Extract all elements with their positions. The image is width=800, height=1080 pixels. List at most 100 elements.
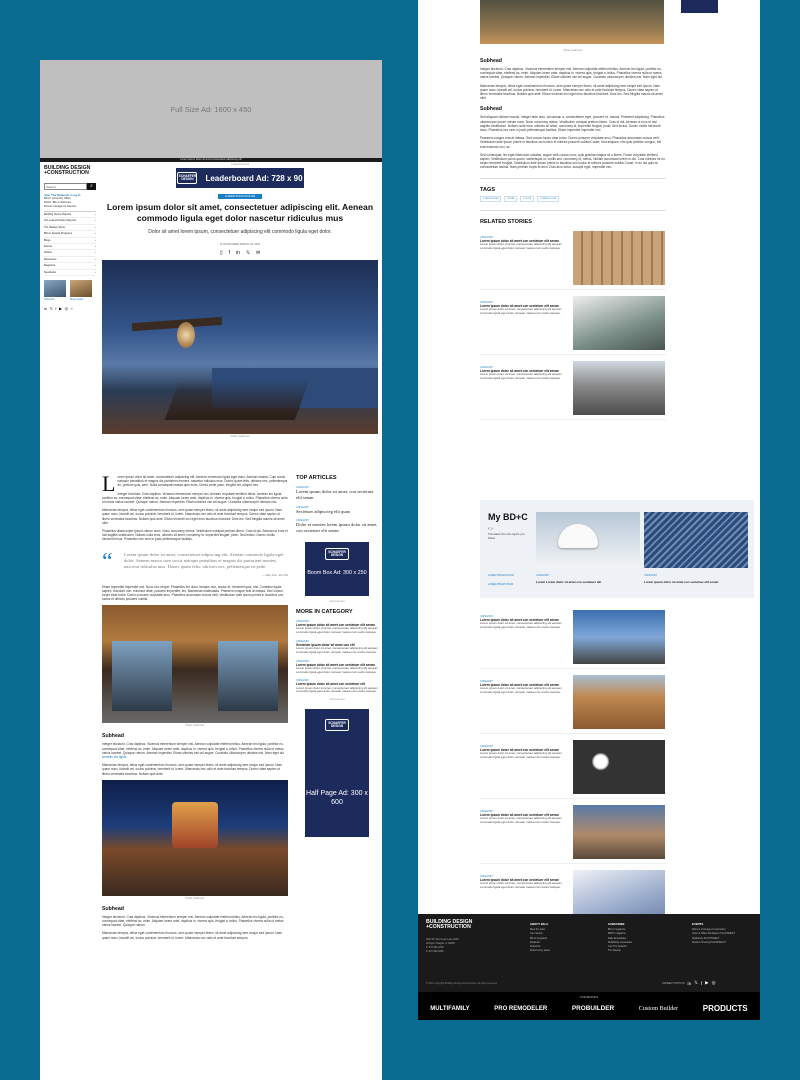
category-label[interactable]: LOREM IPSUM DOLOR <box>488 574 514 577</box>
linkedin-icon[interactable]: in <box>688 981 692 986</box>
sponsor-logo: SCHAEFER DESIGN <box>177 172 198 184</box>
search-input[interactable]: Search <box>44 182 87 190</box>
paragraph: Praesent congue erat at massa. Sed cursu… <box>480 136 661 149</box>
share-bar: ▯ f in 𝕏 ✉ <box>102 250 378 256</box>
story-thumbnail <box>573 610 665 664</box>
linkedin-icon[interactable]: in <box>236 250 240 256</box>
search-icon[interactable]: ⌕ <box>87 182 96 190</box>
more-in-category-list: CATEGORY Lorem ipsum dolor sit amet con … <box>296 620 378 694</box>
magazine-cover <box>44 280 66 298</box>
buyer-guide-thumb[interactable]: Buyer Guide <box>70 280 92 301</box>
subscribe-thumb[interactable]: Subscribe <box>44 280 66 301</box>
instagram-icon[interactable]: ◎ <box>712 980 716 986</box>
article-image <box>102 779 288 896</box>
footer-link[interactable]: Student Housing ProCONNECT <box>692 941 735 945</box>
story-desc: Lorem ipsum dolor sit amet, consectetuer… <box>480 371 562 380</box>
bookmark-icon[interactable]: ▯ <box>220 250 223 256</box>
paragraph: Maecenas tempus, tellus eget condimentum… <box>480 83 663 101</box>
category-label[interactable]: LOREM IPSUM IPSUM <box>488 583 513 586</box>
brand-custom-builder[interactable]: Custom Builder <box>639 1005 678 1012</box>
carousel-title[interactable]: Lorem Lorem dolor sit amet con sectetuer… <box>536 580 636 584</box>
paragraph: Sed aliquam ultrices mauris. Integer ant… <box>480 115 665 133</box>
related-story[interactable]: CATEGORY Lorem ipsum dolor sit amet con s… <box>480 740 666 799</box>
pull-quote: “ Lorem ipsum dolor sit amet, consectetu… <box>102 548 284 575</box>
site-logo[interactable]: BUILDING DESIGN +CONSTRUCTION <box>44 165 96 177</box>
footer-address: 3030 W. Salt Creek Lane #200 Arlington He… <box>426 938 459 953</box>
brand-probuilder[interactable]: PROBUILDER <box>572 1005 614 1012</box>
youtube-icon[interactable]: ▶ <box>59 306 62 311</box>
paragraph: Sed consequat, leo eget bibendum sodales… <box>480 152 665 170</box>
connect-with-us: CONNECT WITH US in 𝕏 f ▶ ◎ <box>662 980 716 986</box>
tag[interactable]: LOREM IPSUM <box>480 195 502 202</box>
quote-citation: — Mary Doe, Job Title <box>262 573 288 577</box>
top-article-link[interactable]: Dolor et montes lorem ipsum dolor sit am… <box>296 522 378 534</box>
carousel-title[interactable]: Lorem ipsum dolor sit amet con sectetuer… <box>644 580 744 584</box>
footer-col-about: ABOUT BD+C Meet the team Our mission BD+… <box>530 922 550 953</box>
menu-item[interactable]: Newsletter › <box>44 270 96 277</box>
magazine-cover <box>70 280 92 298</box>
drop-cap: L <box>102 471 116 496</box>
brand-pro-remodeler[interactable]: PRO REMODELER <box>494 1006 547 1012</box>
tag[interactable]: DOLOR <box>520 195 535 202</box>
footer-link[interactable]: Submit story ideas <box>530 949 550 953</box>
facebook-icon[interactable]: f <box>229 250 230 256</box>
story-thumbnail <box>573 295 665 350</box>
category-badge[interactable]: LOREM IPSUM DOLOR <box>218 194 262 199</box>
tag[interactable]: IPSUM <box>504 195 518 202</box>
related-stories-heading: RELATED STORIES <box>480 218 533 225</box>
full-size-ad[interactable]: Full Size Ad: 1600 x 450 <box>40 60 382 158</box>
twitter-icon[interactable]: 𝕏 <box>50 306 53 311</box>
footer-link[interactable]: The Weekly <box>608 949 632 953</box>
top-article-link[interactable]: Lorem ipsum dolor sit amet, con sectetue… <box>296 489 378 501</box>
tags-heading: TAGS <box>480 186 496 193</box>
brand-multifamily[interactable]: MULTIFAMILY <box>430 1006 469 1012</box>
brand-products[interactable]: PRODUCTS <box>703 1004 748 1013</box>
story-desc: Lorem ipsum dolor sit amet, consectetuer… <box>480 816 562 824</box>
related-story[interactable]: CATEGORY Lorem ipsum dolor sit amet con s… <box>480 610 666 669</box>
footer-col-subscribe: SUBSCRIBE BD+C magazine MFPC magazine Da… <box>608 922 633 953</box>
leaderboard-ad-text: Leaderboard Ad: 728 x 90 <box>205 173 303 183</box>
linkedin-icon[interactable]: in <box>44 306 47 311</box>
brands-heading: OUR BRANDS <box>579 995 599 999</box>
box-ad[interactable]: SCHAEFER DESIGN Boom Box Ad: 300 x 250 <box>305 541 369 596</box>
paragraph: Integer tincidunt. Cras dapibus. Vivamus… <box>102 914 284 928</box>
box-ad-text: Boom Box Ad: 300 x 250 <box>307 569 367 576</box>
story-desc: Lorem ipsum dolor sit amet, consectetuer… <box>480 306 562 315</box>
related-story[interactable]: CATEGORY Lorem ipsum dolor sit amet con s… <box>480 230 666 290</box>
footer-link[interactable]: Clinic & Office Workplace ProCONNECT <box>692 932 735 936</box>
nav-link[interactable]: Browse Intelligence Reports <box>44 205 96 209</box>
leaderboard-ad[interactable]: SCHAEFER DESIGN Leaderboard Ad: 728 x 90 <box>176 168 304 188</box>
article-page-bottom: Photo credit here Subhead Integer tincid… <box>418 0 760 1020</box>
carousel-image[interactable] <box>644 512 748 568</box>
facebook-icon[interactable]: f <box>55 306 56 311</box>
tag[interactable]: LOREM DOLOR <box>537 195 560 202</box>
related-story[interactable]: CATEGORY Lorem ipsum dolor sit amet con s… <box>480 295 666 355</box>
nav-menu: Building Sector Reports › Info Learn/Arch… <box>44 211 96 277</box>
half-page-ad[interactable]: SCHAEFER DESIGN Half Page Ad: 300 x 600 <box>305 709 369 838</box>
category-label[interactable]: CATEGORY <box>536 574 549 577</box>
paragraph: Lorem ipsum dolor sit amet, consectetuer… <box>102 471 288 496</box>
story-thumbnail <box>573 740 665 794</box>
youtube-icon[interactable]: ▶ <box>705 980 709 986</box>
email-icon[interactable]: ✉ <box>256 250 260 256</box>
twitter-icon[interactable]: 𝕏 <box>694 980 698 986</box>
top-articles-heading: TOP ARTICLES <box>296 475 337 481</box>
facebook-icon[interactable]: f <box>701 981 702 986</box>
story-thumbnail <box>573 230 665 285</box>
related-story[interactable]: CATEGORY Lorem ipsum dolor sit amet con s… <box>480 360 666 420</box>
related-story[interactable]: CATEGORY Lorem ipsum dolor sit amet con s… <box>480 805 666 864</box>
inline-link[interactable]: Aenean leo ligula <box>102 755 126 759</box>
rss-icon[interactable]: ⌁ <box>71 306 73 311</box>
photo-caption: Photo credit here <box>185 724 205 728</box>
paragraph: Phasellus ullamcorper ipsum rutrum nunc.… <box>102 529 288 542</box>
twitter-icon[interactable]: 𝕏 <box>246 250 250 256</box>
rail-ad[interactable] <box>681 0 718 13</box>
category-label[interactable]: CATEGORY <box>644 574 657 577</box>
related-story[interactable]: CATEGORY Lorem ipsum dolor sit amet con s… <box>480 675 666 734</box>
footer-logo[interactable]: BUILDING DESIGN +CONSTRUCTION <box>426 919 472 931</box>
top-article-link[interactable]: Sectetuer adipiscieg elit quan <box>296 509 378 515</box>
instagram-icon[interactable]: ◎ <box>65 306 69 311</box>
paragraph: Integer tincidunt. Cras dapibus. Vivamus… <box>480 67 663 80</box>
photo-caption: Photo credit here <box>563 49 583 52</box>
subhead: Subhead <box>480 58 502 64</box>
